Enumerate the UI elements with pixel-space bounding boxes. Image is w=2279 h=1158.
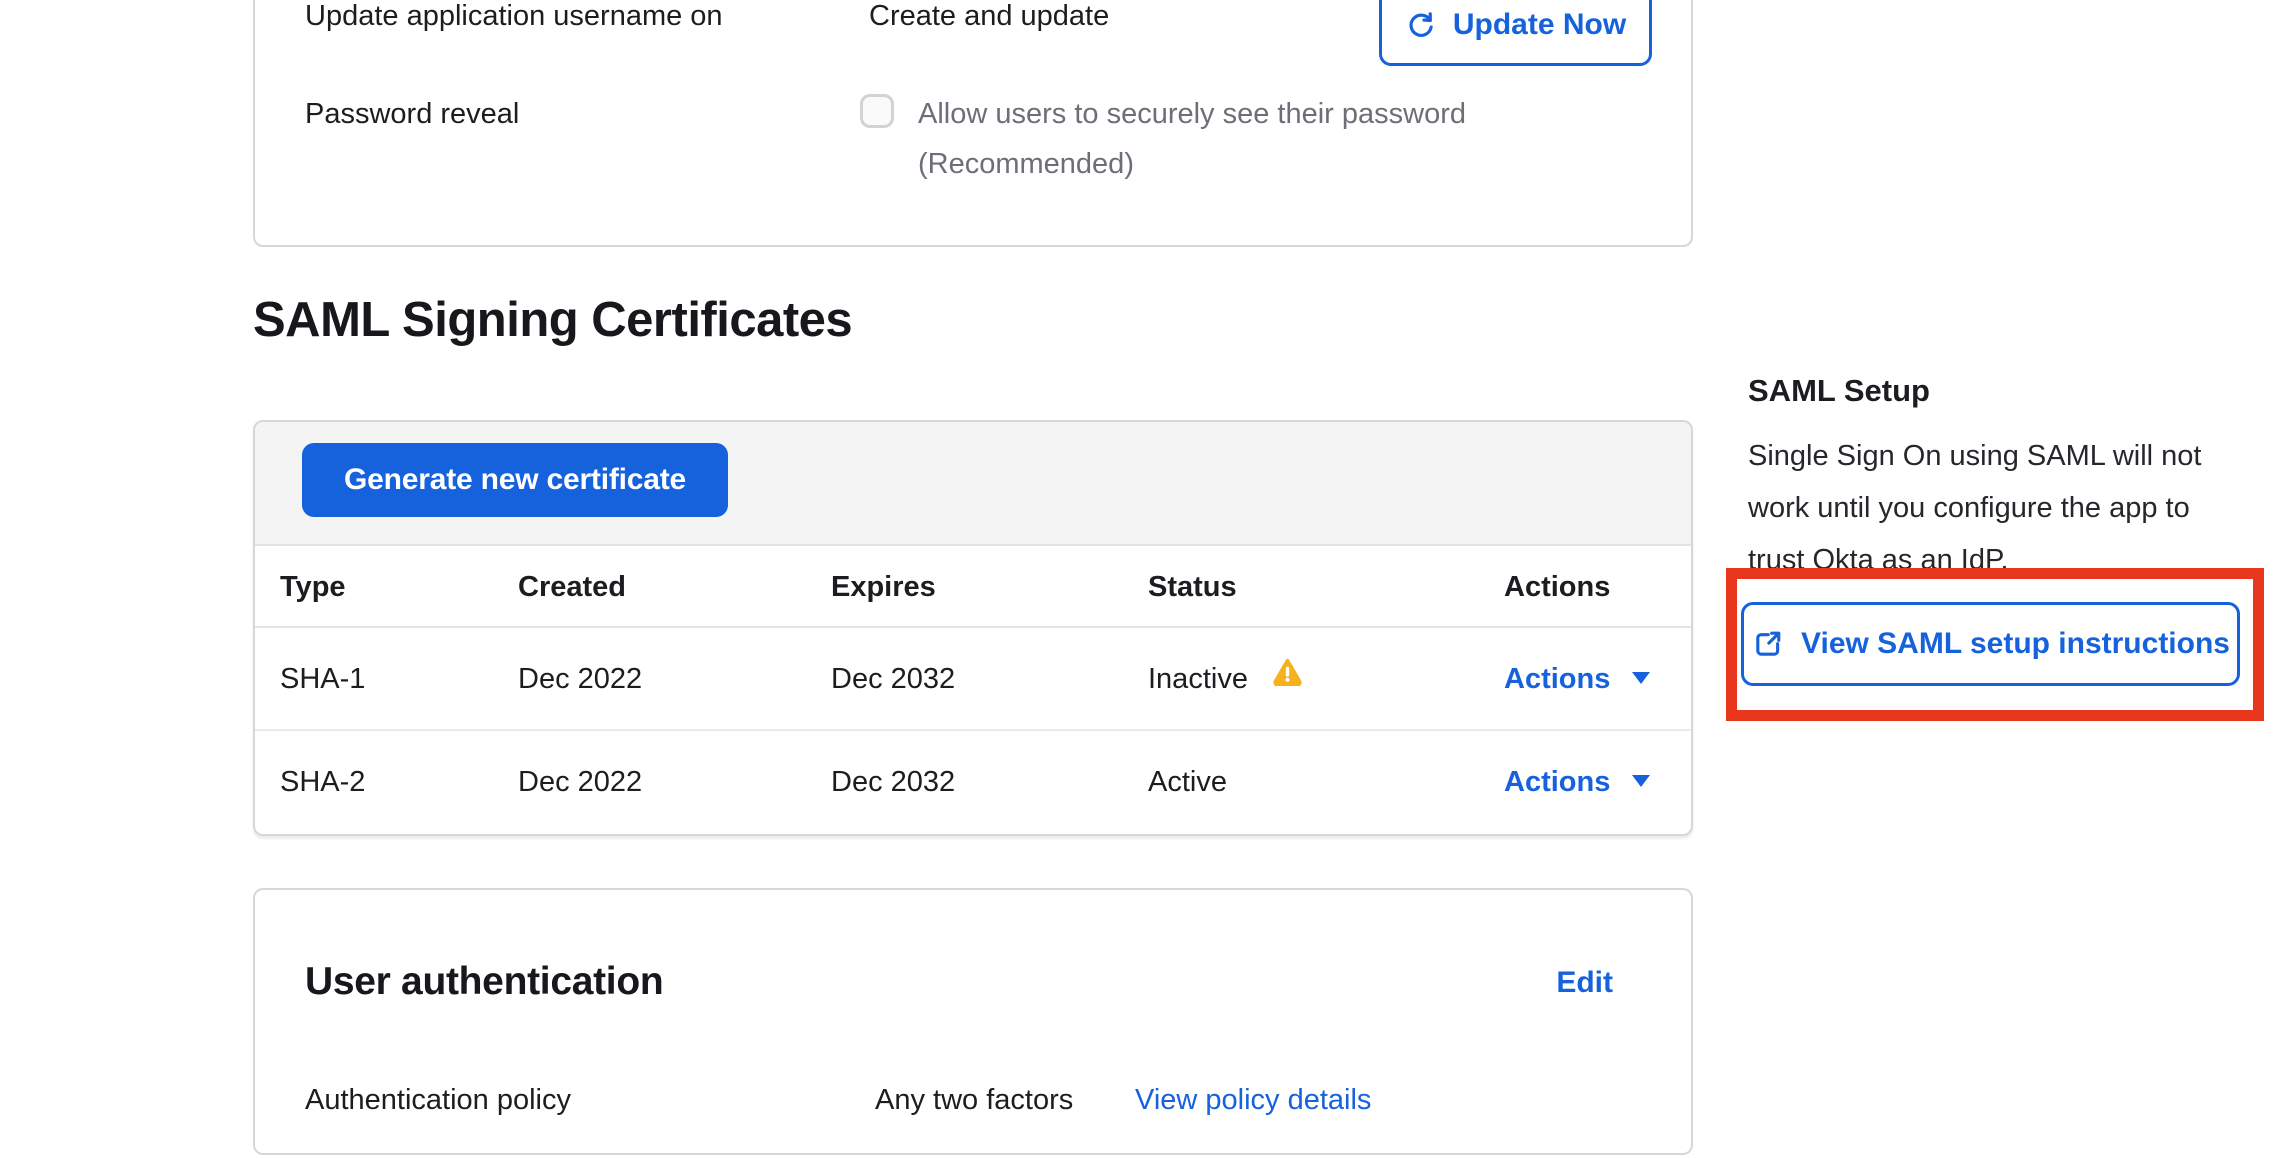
authentication-policy-value: Any two factors — [875, 1082, 1073, 1118]
cell-type: SHA-1 — [280, 628, 365, 731]
actions-dropdown[interactable]: Actions — [1504, 628, 1650, 731]
description-line: Single Sign On using SAML will not — [1748, 430, 2279, 482]
generate-certificate-button[interactable]: Generate new certificate — [302, 443, 728, 517]
page-title: SAML Signing Certificates — [253, 292, 852, 348]
cell-type: SHA-2 — [280, 731, 365, 834]
column-header-status: Status — [1148, 546, 1237, 628]
view-policy-details-link[interactable]: View policy details — [1135, 1082, 1371, 1118]
column-header-type: Type — [280, 546, 346, 628]
cell-expires: Dec 2032 — [831, 628, 955, 731]
cell-expires: Dec 2032 — [831, 731, 955, 834]
table-row-sha1: SHA-1 Dec 2022 Dec 2032 Inactive Actions — [255, 628, 1691, 731]
checkbox-label-line1: Allow users to securely see their passwo… — [918, 96, 1466, 132]
checkbox-label-line2: (Recommended) — [918, 146, 1134, 182]
saml-setup-description: Single Sign On using SAML will not work … — [1748, 430, 2279, 586]
cell-status: Active — [1148, 731, 1227, 834]
actions-label: Actions — [1504, 663, 1610, 695]
sign-on-settings-card: Update application username on Create an… — [253, 0, 1693, 247]
warning-icon — [1272, 626, 1303, 729]
page: Update application username on Create an… — [0, 0, 2279, 1158]
chevron-down-icon — [1632, 775, 1650, 787]
saml-setup-title: SAML Setup — [1748, 372, 1930, 410]
password-reveal-checkbox[interactable] — [860, 94, 894, 128]
table-row-sha2: SHA-2 Dec 2022 Dec 2032 Active Actions — [255, 731, 1691, 834]
cell-created: Dec 2022 — [518, 628, 642, 731]
external-link-icon — [1751, 627, 1785, 661]
description-line: work until you configure the app to — [1748, 482, 2279, 534]
cell-created: Dec 2022 — [518, 731, 642, 834]
status-text: Active — [1148, 766, 1227, 798]
user-authentication-card: User authentication Edit Authentication … — [253, 888, 1693, 1155]
table-header-row: Type Created Expires Status Actions — [255, 546, 1691, 628]
description-line: trust Okta as an IdP. — [1748, 534, 2279, 586]
chevron-down-icon — [1632, 672, 1650, 684]
authentication-policy-label: Authentication policy — [305, 1082, 571, 1118]
actions-label: Actions — [1504, 766, 1610, 798]
column-header-actions: Actions — [1504, 546, 1610, 628]
update-now-label: Update Now — [1453, 8, 1626, 42]
edit-link[interactable]: Edit — [1556, 966, 1613, 1000]
refresh-icon — [1405, 9, 1437, 41]
certificates-card: Generate new certificate Type Created Ex… — [253, 420, 1693, 836]
update-now-button[interactable]: Update Now — [1379, 0, 1652, 66]
saml-instructions-label: View SAML setup instructions — [1801, 627, 2230, 661]
column-header-created: Created — [518, 546, 626, 628]
view-saml-setup-instructions-button[interactable]: View SAML setup instructions — [1741, 602, 2240, 686]
cell-status: Inactive — [1148, 628, 1303, 732]
password-reveal-label: Password reveal — [305, 96, 519, 132]
card-title: User authentication — [305, 960, 663, 1004]
username-update-label: Update application username on — [305, 0, 723, 34]
certificates-toolbar: Generate new certificate — [255, 422, 1691, 546]
column-header-expires: Expires — [831, 546, 936, 628]
status-text: Inactive — [1148, 663, 1248, 695]
actions-dropdown[interactable]: Actions — [1504, 731, 1650, 834]
username-update-value: Create and update — [869, 0, 1109, 34]
